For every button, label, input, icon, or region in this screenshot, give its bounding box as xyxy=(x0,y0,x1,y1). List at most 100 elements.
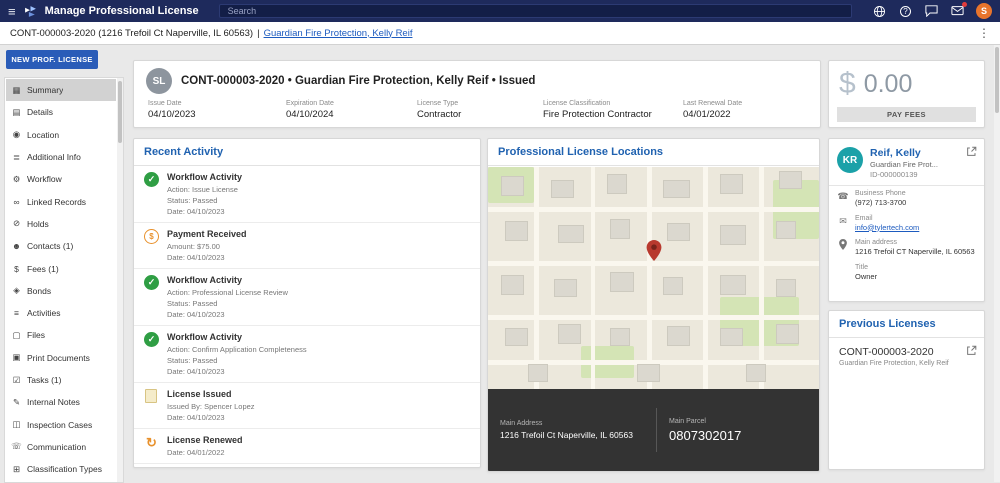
activity-detail: Action: Issue License xyxy=(167,184,242,195)
map-building xyxy=(505,221,528,241)
help-icon[interactable]: ? xyxy=(898,4,913,19)
sidebar-item-label: Bonds xyxy=(27,286,51,296)
map-building xyxy=(558,324,581,344)
sidebar-item-contacts-1[interactable]: ☻ Contacts (1) xyxy=(6,235,116,257)
search-input[interactable] xyxy=(219,4,852,18)
map-building xyxy=(558,225,584,243)
sidebar-item-workflow[interactable]: ⚙ Workflow xyxy=(6,168,116,190)
activity-detail: Status: Passed xyxy=(167,195,242,206)
field-label: License Classification xyxy=(543,100,683,107)
sidebar-scroll-thumb[interactable] xyxy=(118,81,122,143)
contact-fields: ☎ Business Phone (972) 713-3700 ✉ Email … xyxy=(829,186,984,284)
activity-item[interactable]: $ Payment Received Amount: $75.00Date: 0… xyxy=(134,223,480,269)
map-building xyxy=(607,174,627,194)
internal-notes-icon: ✎ xyxy=(11,397,22,408)
sidebar-item-bonds[interactable]: ◈ Bonds xyxy=(6,280,116,302)
main-address-block: Main Address 1216 Trefoil Ct Naperville,… xyxy=(488,420,656,440)
sidebar-item-classification-types[interactable]: ⊞ Classification Types xyxy=(6,458,116,480)
sidebar-item-label: Details xyxy=(27,107,53,117)
breadcrumb-record: CONT-000003-2020 (1216 Trefoil Ct Naperv… xyxy=(10,28,253,39)
sidebar-item-label: Location xyxy=(27,130,59,140)
files-icon: ▢ xyxy=(11,330,22,341)
open-contact-icon[interactable] xyxy=(966,146,977,157)
sidebar-item-holds[interactable]: ⊘ Holds xyxy=(6,213,116,235)
activity-body: License Renewed Date: 04/01/2022 xyxy=(167,434,243,458)
map-building xyxy=(501,176,524,196)
sidebar-item-location[interactable]: ◉ Location xyxy=(6,124,116,146)
contact-field-text: Business Phone (972) 713-3700 xyxy=(855,190,906,208)
fees-amount: $ 0.00 xyxy=(829,61,984,101)
breadcrumb-contact-link[interactable]: Guardian Fire Protection, Kelly Reif xyxy=(264,28,413,39)
sidebar-item-additional-info[interactable]: ≣ Additional Info xyxy=(6,146,116,168)
activity-item[interactable]: License Issued Issued By: Spencer LopezD… xyxy=(134,383,480,429)
translate-icon[interactable] xyxy=(872,4,887,19)
sidebar-item-details[interactable]: ▤ Details xyxy=(6,101,116,123)
tyler-logo-icon[interactable] xyxy=(24,5,37,18)
sidebar-item-linked-records[interactable]: ∞ Linked Records xyxy=(6,190,116,212)
page-scrollbar[interactable] xyxy=(994,45,1000,482)
bonds-icon: ◈ xyxy=(11,285,22,296)
sidebar-panel: ▦ Summary ▤ Details ◉ Location ≣ Additio… xyxy=(4,77,124,483)
map-building xyxy=(667,223,690,241)
sidebar: NEW PROF. LICENSE ▦ Summary ▤ Details ◉ … xyxy=(4,50,126,482)
sidebar-item-label: Fees (1) xyxy=(27,264,59,274)
sidebar-item-label: Internal Notes xyxy=(27,397,80,407)
sidebar-item-print-documents[interactable]: ▣ Print Documents xyxy=(6,347,116,369)
activity-body: Workflow Activity Action: Issue LicenseS… xyxy=(167,171,242,217)
user-avatar[interactable]: S xyxy=(976,3,992,19)
activity-title: Payment Received xyxy=(167,228,247,241)
location-pin-icon xyxy=(837,239,849,257)
fees-card: $ 0.00 PAY FEES xyxy=(828,60,985,128)
contact-field-text: Main address 1216 Trefoil CT Naperville,… xyxy=(855,239,975,257)
activity-details: Amount: $75.00Date: 04/10/2023 xyxy=(167,241,247,263)
previous-license-item[interactable]: CONT-000003-2020 Guardian Fire Protectio… xyxy=(829,338,984,375)
main-parcel-block: Main Parcel 0807302017 xyxy=(657,418,741,443)
map-building xyxy=(663,180,689,198)
sidebar-item-tasks-1[interactable]: ☑ Tasks (1) xyxy=(6,369,116,391)
map-building xyxy=(663,277,683,295)
contact-field-value[interactable]: info@tylertech.com xyxy=(855,223,919,233)
map-canvas[interactable] xyxy=(488,167,819,391)
sidebar-item-label: Holds xyxy=(27,219,49,229)
sidebar-item-fees-1[interactable]: $ Fees (1) xyxy=(6,257,116,279)
previous-license-name: Guardian Fire Protection, Kelly Reif xyxy=(839,360,974,367)
menu-icon[interactable]: ≡ xyxy=(8,5,16,18)
activity-detail: Status: Passed xyxy=(167,298,288,309)
sidebar-item-files[interactable]: ▢ Files xyxy=(6,324,116,346)
sidebar-item-communication[interactable]: ☏ Communication xyxy=(6,436,116,458)
check-circle-icon: ✓ xyxy=(144,172,159,187)
contact-name-link[interactable]: Reif, Kelly xyxy=(870,147,938,159)
notifications-icon[interactable] xyxy=(950,4,965,19)
field-value: 04/10/2023 xyxy=(148,109,286,120)
contact-field-value: (972) 713-3700 xyxy=(855,198,906,208)
contact-field-label: Title xyxy=(855,264,877,271)
open-license-icon[interactable] xyxy=(966,345,977,356)
map-road xyxy=(759,167,764,391)
contact-field-value: 1216 Trefoil CT Naperville, IL 60563 xyxy=(855,247,975,257)
map-pin-icon[interactable] xyxy=(646,240,661,261)
sidebar-item-summary[interactable]: ▦ Summary xyxy=(6,79,116,101)
map-building xyxy=(776,324,799,344)
activity-body: Workflow Activity Action: Professional L… xyxy=(167,274,288,320)
pay-fees-button[interactable]: PAY FEES xyxy=(837,107,976,122)
sidebar-item-internal-notes[interactable]: ✎ Internal Notes xyxy=(6,391,116,413)
activity-item[interactable]: ↻ License Renewed Date: 04/01/2022 xyxy=(134,429,480,464)
activity-detail: Date: 04/01/2022 xyxy=(167,447,243,458)
license-locations-card: Professional License Locations Main Addr… xyxy=(487,138,820,472)
sidebar-item-inspection-cases[interactable]: ◫ Inspection Cases xyxy=(6,413,116,435)
license-header-fields: Issue Date 04/10/2023 Expiration Date 04… xyxy=(146,100,808,120)
activity-details: Action: Issue LicenseStatus: PassedDate:… xyxy=(167,184,242,217)
feedback-chat-icon[interactable] xyxy=(924,4,939,19)
page-scroll-thumb[interactable] xyxy=(995,47,999,113)
contact-field: Main address 1216 Trefoil CT Naperville,… xyxy=(829,235,984,260)
new-prof-license-button[interactable]: NEW PROF. LICENSE xyxy=(6,50,98,69)
activity-item[interactable]: ✓ Workflow Activity Action: Professional… xyxy=(134,269,480,326)
sidebar-item-activities[interactable]: ≡ Activities xyxy=(6,302,116,324)
summary-icon: ▦ xyxy=(11,85,22,96)
activity-item[interactable]: ✓ Workflow Activity Action: Confirm Appl… xyxy=(134,326,480,383)
activity-item[interactable]: ✓ Workflow Activity Action: Issue Licens… xyxy=(134,166,480,223)
sidebar-item-label: Print Documents xyxy=(27,353,90,363)
sidebar-scrollbar[interactable] xyxy=(117,78,123,482)
overflow-menu-icon[interactable]: ⋮ xyxy=(978,27,990,39)
app-title: Manage Professional License xyxy=(45,5,199,17)
